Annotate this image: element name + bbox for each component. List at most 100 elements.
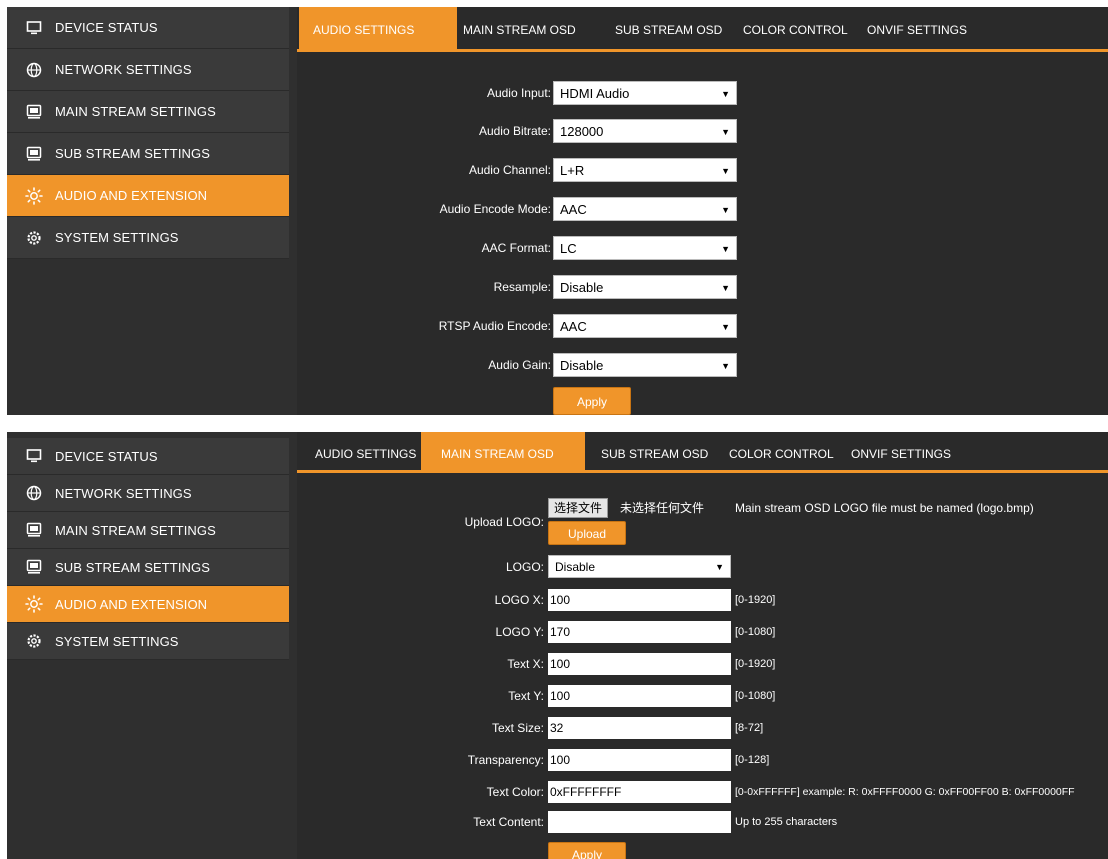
sidebar-item-network-settings[interactable]: NETWORK SETTINGS [7,475,289,512]
sidebar-item-device-status[interactable]: DEVICE STATUS [7,7,289,49]
logo-select[interactable]: Disable ▼ [548,555,731,578]
audio-encode-mode-label: Audio Encode Mode: [439,202,551,216]
form-row: Text Y: [297,683,544,709]
tab-label: SUB STREAM OSD [615,23,723,37]
select-value: HDMI Audio [560,86,630,101]
main-content: AUDIO SETTINGS MAIN STREAM OSD SUB STREA… [297,7,1108,415]
text-size-label: Text Size: [491,721,544,735]
logo-x-label: LOGO X: [494,593,544,607]
text-color-label: Text Color: [486,785,544,799]
tab-label: AUDIO SETTINGS [315,447,417,461]
sidebar-item-label: NETWORK SETTINGS [55,485,192,501]
sidebar-item-network-settings[interactable]: NETWORK SETTINGS [7,49,289,91]
tab-label: AUDIO SETTINGS [313,23,415,37]
upload-button[interactable]: Upload [548,521,626,545]
tab-label: MAIN STREAM OSD [441,447,554,461]
tab-onvif-settings[interactable]: ONVIF SETTINGS [853,7,981,49]
tab-main-stream-osd[interactable]: MAIN STREAM OSD [449,7,590,49]
sidebar-item-label: SYSTEM SETTINGS [55,230,179,245]
audio-channel-select[interactable]: L+R ▼ [553,158,737,182]
chevron-down-icon: ▼ [721,361,730,371]
display-icon [25,521,43,539]
sidebar-item-label: AUDIO AND EXTENSION [55,596,208,612]
gear-icon [25,229,43,247]
choose-file-button[interactable]: 选择文件 [548,498,609,518]
apply-button[interactable]: Apply [548,842,626,859]
sidebar-item-main-stream-settings[interactable]: MAIN STREAM SETTINGS [7,91,289,133]
sidebar-item-audio-and-extension[interactable]: AUDIO AND EXTENSION [7,586,289,623]
audio-bitrate-label: Audio Bitrate: [478,124,551,138]
audio-bitrate-select[interactable]: 128000 ▼ [553,119,737,143]
tab-label: SUB STREAM OSD [601,447,709,461]
sidebar-item-audio-and-extension[interactable]: AUDIO AND EXTENSION [7,175,289,217]
aac-format-label: AAC Format: [481,241,551,255]
logo-x-input[interactable]: 100 [548,589,731,611]
form-row: Text Color: [297,779,544,805]
audio-encode-mode-select[interactable]: AAC ▼ [553,197,737,221]
tab-sub-stream-osd[interactable]: SUB STREAM OSD [601,7,736,49]
sidebar-item-system-settings[interactable]: SYSTEM SETTINGS [7,217,289,259]
tab-label: COLOR CONTROL [743,23,848,37]
text-y-input[interactable]: 100 [548,685,731,707]
resample-select[interactable]: Disable ▼ [553,275,737,299]
sun-icon [25,595,43,613]
text-content-input[interactable] [548,811,731,833]
tab-bar: AUDIO SETTINGS MAIN STREAM OSD SUB STREA… [297,432,1108,473]
chevron-down-icon: ▼ [715,562,724,572]
sidebar-item-system-settings[interactable]: SYSTEM SETTINGS [7,623,289,660]
tab-audio-settings[interactable]: AUDIO SETTINGS [301,432,430,470]
apply-button[interactable]: Apply [553,387,631,415]
logo-y-range: [0-1080] [735,626,776,638]
form-row: AAC Format: [297,235,551,261]
select-value: AAC [560,202,587,217]
chevron-down-icon: ▼ [721,89,730,99]
main-stream-osd-panel: DEVICE STATUS NETWORK SETTINGS MAIN STRE… [7,432,1108,859]
text-content-label: Text Content: [473,815,544,829]
tab-main-stream-osd[interactable]: MAIN STREAM OSD [421,432,585,470]
transparency-input[interactable]: 100 [548,749,731,771]
logo-x-range: [0-1920] [735,594,776,606]
text-x-input[interactable]: 100 [548,653,731,675]
tab-color-control[interactable]: COLOR CONTROL [715,432,848,470]
sun-icon [25,186,43,205]
audio-channel-label: Audio Channel: [468,163,551,177]
sidebar-menu: DEVICE STATUS NETWORK SETTINGS MAIN STRE… [7,7,289,259]
sidebar-item-main-stream-settings[interactable]: MAIN STREAM SETTINGS [7,512,289,549]
sidebar-item-sub-stream-settings[interactable]: SUB STREAM SETTINGS [7,133,289,175]
tab-audio-settings[interactable]: AUDIO SETTINGS [299,7,457,49]
audio-input-select[interactable]: HDMI Audio ▼ [553,81,737,105]
text-y-label: Text Y: [508,689,544,703]
display-icon [25,103,43,121]
text-y-range: [0-1080] [735,690,776,702]
sidebar-item-label: AUDIO AND EXTENSION [55,188,208,203]
form-row: LOGO X: [297,587,544,613]
text-x-label: Text X: [507,657,544,671]
rtsp-audio-encode-select[interactable]: AAC ▼ [553,314,737,338]
form-row: Audio Bitrate: [297,118,551,144]
gear-icon [25,632,43,650]
logo-y-input[interactable]: 170 [548,621,731,643]
tab-color-control[interactable]: COLOR CONTROL [729,7,862,49]
form-row: Text Size: [297,715,544,741]
audio-gain-select[interactable]: Disable ▼ [553,353,737,377]
text-size-input[interactable]: 32 [548,717,731,739]
select-value: Disable [560,358,604,373]
tab-sub-stream-osd[interactable]: SUB STREAM OSD [587,432,722,470]
text-color-input[interactable]: 0xFFFFFFFF [548,781,731,803]
sidebar-item-label: DEVICE STATUS [55,20,158,35]
tab-label: MAIN STREAM OSD [463,23,576,37]
sidebar-item-device-status[interactable]: DEVICE STATUS [7,438,289,475]
tab-label: ONVIF SETTINGS [851,447,952,461]
transparency-label: Transparency: [467,753,544,767]
sidebar-item-label: DEVICE STATUS [55,448,158,464]
select-value: Disable [560,280,604,295]
sidebar-item-label: MAIN STREAM SETTINGS [55,522,216,538]
logo-y-label: LOGO Y: [495,625,544,639]
sidebar-item-sub-stream-settings[interactable]: SUB STREAM SETTINGS [7,549,289,586]
text-color-range: [0-0xFFFFFF] example: R: 0xFFFF0000 G: 0… [735,786,1075,798]
upload-note: Main stream OSD LOGO file must be named … [735,501,1034,515]
tab-onvif-settings[interactable]: ONVIF SETTINGS [837,432,965,470]
sidebar-item-label: SUB STREAM SETTINGS [55,146,211,161]
aac-format-select[interactable]: LC ▼ [553,236,737,260]
chevron-down-icon: ▼ [721,127,730,137]
